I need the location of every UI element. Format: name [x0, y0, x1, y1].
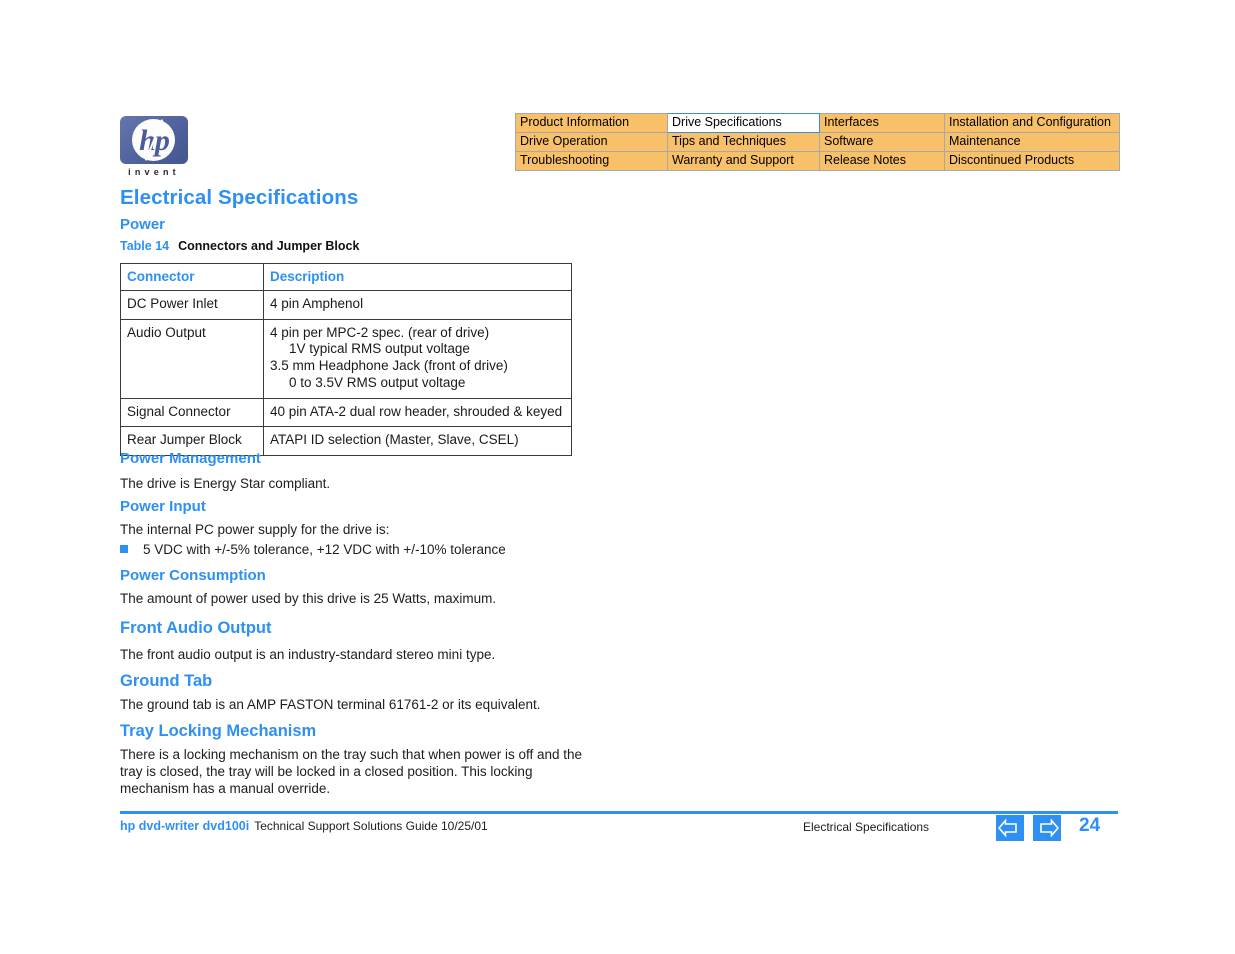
description-line: 0 to 3.5V RMS output voltage — [289, 374, 466, 390]
nav-item-release-notes[interactable]: Release Notes — [819, 151, 945, 171]
description-line: 1V typical RMS output voltage — [289, 341, 470, 357]
cell-description: ATAPI ID selection (Master, Slave, CSEL) — [263, 426, 572, 456]
footer-divider — [120, 811, 1118, 814]
square-bullet-icon — [120, 545, 128, 553]
table-caption-number: Table 14 — [120, 239, 170, 253]
heading-ground-tab: Ground Tab — [120, 672, 213, 690]
footer-guide-name: Technical Support Solutions Guide 10/25/… — [254, 819, 488, 833]
nav-item-interfaces[interactable]: Interfaces — [819, 113, 945, 133]
cell-description: 4 pin per MPC-2 spec. (rear of drive) 1V… — [263, 318, 572, 399]
table-header-row: Connector Description — [120, 263, 572, 291]
nav-row: Product Information Drive Specifications… — [515, 113, 1120, 133]
footer-product-name: hp dvd-writer dvd100i — [120, 819, 250, 833]
page-number: 24 — [1079, 815, 1101, 836]
previous-page-button[interactable] — [996, 815, 1024, 841]
cell-connector: Signal Connector — [120, 397, 264, 428]
cell-description: 4 pin Amphenol — [263, 290, 572, 320]
heading-front-audio-output: Front Audio Output — [120, 619, 272, 637]
section-nav-table: Product Information Drive Specifications… — [515, 113, 1120, 171]
footer-product-line: hp dvd-writer dvd100i Technical Support S… — [120, 819, 488, 833]
table-caption-title: Connectors and Jumper Block — [178, 239, 360, 253]
bullet-list-item: 5 VDC with +/-5% tolerance, +12 VDC with… — [120, 542, 506, 557]
footer-section-name: Electrical Specifications — [803, 820, 930, 834]
description-line: 3.5 mm Headphone Jack (front of drive) — [270, 358, 508, 374]
table-caption: Table 14 Connectors and Jumper Block — [120, 239, 359, 253]
hp-logo-tagline: invent — [128, 167, 180, 177]
text-tray-locking-mechanism: There is a locking mechanism on the tray… — [120, 747, 582, 796]
nav-item-installation-and-configuration[interactable]: Installation and Configuration — [944, 113, 1120, 133]
hp-logo: hp invent — [120, 116, 190, 177]
nav-item-discontinued-products[interactable]: Discontinued Products — [944, 151, 1120, 171]
table-row: Signal Connector 40 pin ATA-2 dual row h… — [120, 397, 572, 428]
cell-connector: DC Power Inlet — [120, 290, 264, 320]
nav-item-software[interactable]: Software — [819, 132, 945, 152]
column-header-connector: Connector — [120, 263, 264, 291]
nav-item-drive-specifications[interactable]: Drive Specifications — [667, 113, 820, 133]
text-ground-tab: The ground tab is an AMP FASTON terminal… — [120, 697, 541, 712]
nav-row: Troubleshooting Warranty and Support Rel… — [515, 151, 1120, 171]
description-line: 4 pin Amphenol — [270, 296, 364, 311]
text-power-management: The drive is Energy Star compliant. — [120, 476, 331, 491]
table-row: DC Power Inlet 4 pin Amphenol — [120, 290, 572, 320]
description-line: 40 pin ATA-2 dual row header, shrouded &… — [270, 403, 563, 419]
page-subtitle: Power — [120, 216, 166, 233]
nav-item-warranty-and-support[interactable]: Warranty and Support — [667, 151, 820, 171]
nav-row: Drive Operation Tips and Techniques Soft… — [515, 132, 1120, 152]
next-page-button[interactable] — [1033, 815, 1061, 841]
nav-item-troubleshooting[interactable]: Troubleshooting — [515, 151, 668, 171]
text-power-consumption: The amount of power used by this drive i… — [120, 591, 497, 606]
bullet-text: 5 VDC with +/-5% tolerance, +12 VDC with… — [143, 542, 506, 557]
document-page: hp invent Product Information Drive Spec… — [0, 0, 1235, 954]
text-power-input: The internal PC power supply for the dri… — [120, 522, 390, 537]
arrow-right-icon — [1040, 818, 1060, 838]
nav-item-tips-and-techniques[interactable]: Tips and Techniques — [667, 132, 820, 152]
heading-power-management: Power Management — [120, 450, 261, 467]
heading-tray-locking-mechanism: Tray Locking Mechanism — [120, 722, 317, 740]
hp-logo-mark: hp — [120, 116, 188, 164]
heading-power-consumption: Power Consumption — [120, 567, 266, 584]
nav-item-product-information[interactable]: Product Information — [515, 113, 668, 133]
cell-description: 40 pin ATA-2 dual row header, shrouded &… — [263, 397, 572, 428]
text-front-audio-output: The front audio output is an industry-st… — [120, 647, 496, 662]
column-header-description: Description — [263, 263, 572, 291]
page-title: Electrical Specifications — [120, 186, 359, 209]
heading-power-input: Power Input — [120, 498, 206, 515]
nav-item-maintenance[interactable]: Maintenance — [944, 132, 1120, 152]
cell-connector: Audio Output — [120, 318, 264, 399]
description-line: ATAPI ID selection (Master, Slave, CSEL) — [270, 432, 519, 448]
arrow-left-icon — [997, 818, 1017, 838]
nav-item-drive-operation[interactable]: Drive Operation — [515, 132, 668, 152]
description-line: 4 pin per MPC-2 spec. (rear of drive) — [270, 324, 490, 340]
table-row: Audio Output 4 pin per MPC-2 spec. (rear… — [120, 318, 572, 399]
connectors-table: Connector Description DC Power Inlet 4 p… — [120, 263, 572, 456]
